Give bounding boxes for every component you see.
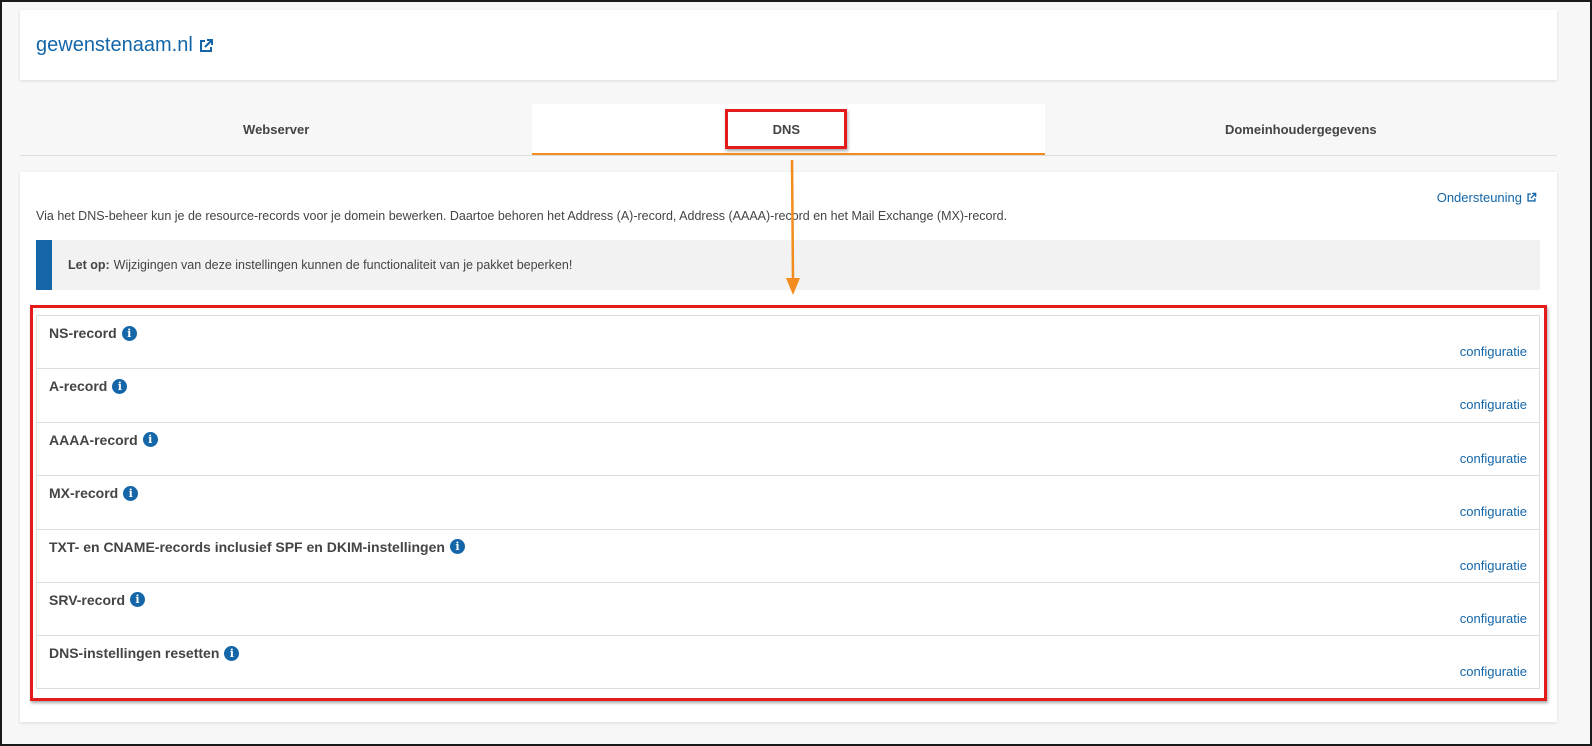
- tab-domeinhoudergegevens[interactable]: Domeinhoudergegevens: [1045, 104, 1557, 155]
- support-link[interactable]: Ondersteuning: [1437, 190, 1537, 205]
- external-link-icon: [1527, 192, 1537, 202]
- tab-domeinhoudergegevens-label: Domeinhoudergegevens: [1224, 122, 1377, 137]
- external-link-icon: [199, 38, 213, 52]
- domain-link[interactable]: gewenstenaam.nl: [36, 34, 214, 57]
- tab-webserver[interactable]: Webserver: [20, 104, 532, 155]
- tab-dns-label: DNS: [772, 121, 801, 137]
- intro-text: Via het DNS-beheer kun je de resource-re…: [36, 209, 1008, 223]
- notice-label: Let op:: [68, 258, 110, 272]
- records-highlight-box: [30, 305, 1547, 701]
- window-frame: gewenstenaam.nl Webserver DNS Domeinhoud…: [0, 0, 1592, 746]
- support-link-label: Ondersteuning: [1436, 190, 1522, 205]
- tab-dns[interactable]: DNS: [532, 104, 1045, 155]
- tab-bar: Webserver DNS Domeinhoudergegevens: [20, 104, 1557, 156]
- domain-name: gewenstenaam.nl: [36, 34, 193, 56]
- notice-text: Wijzigingen van deze instellingen kunnen…: [113, 258, 573, 272]
- tab-webserver-label: Webserver: [243, 122, 310, 137]
- tab-dns-highlight: DNS: [725, 109, 848, 149]
- domain-header: gewenstenaam.nl: [20, 10, 1557, 80]
- warning-notice: Let op: Wijzigingen van deze instellinge…: [36, 240, 1540, 290]
